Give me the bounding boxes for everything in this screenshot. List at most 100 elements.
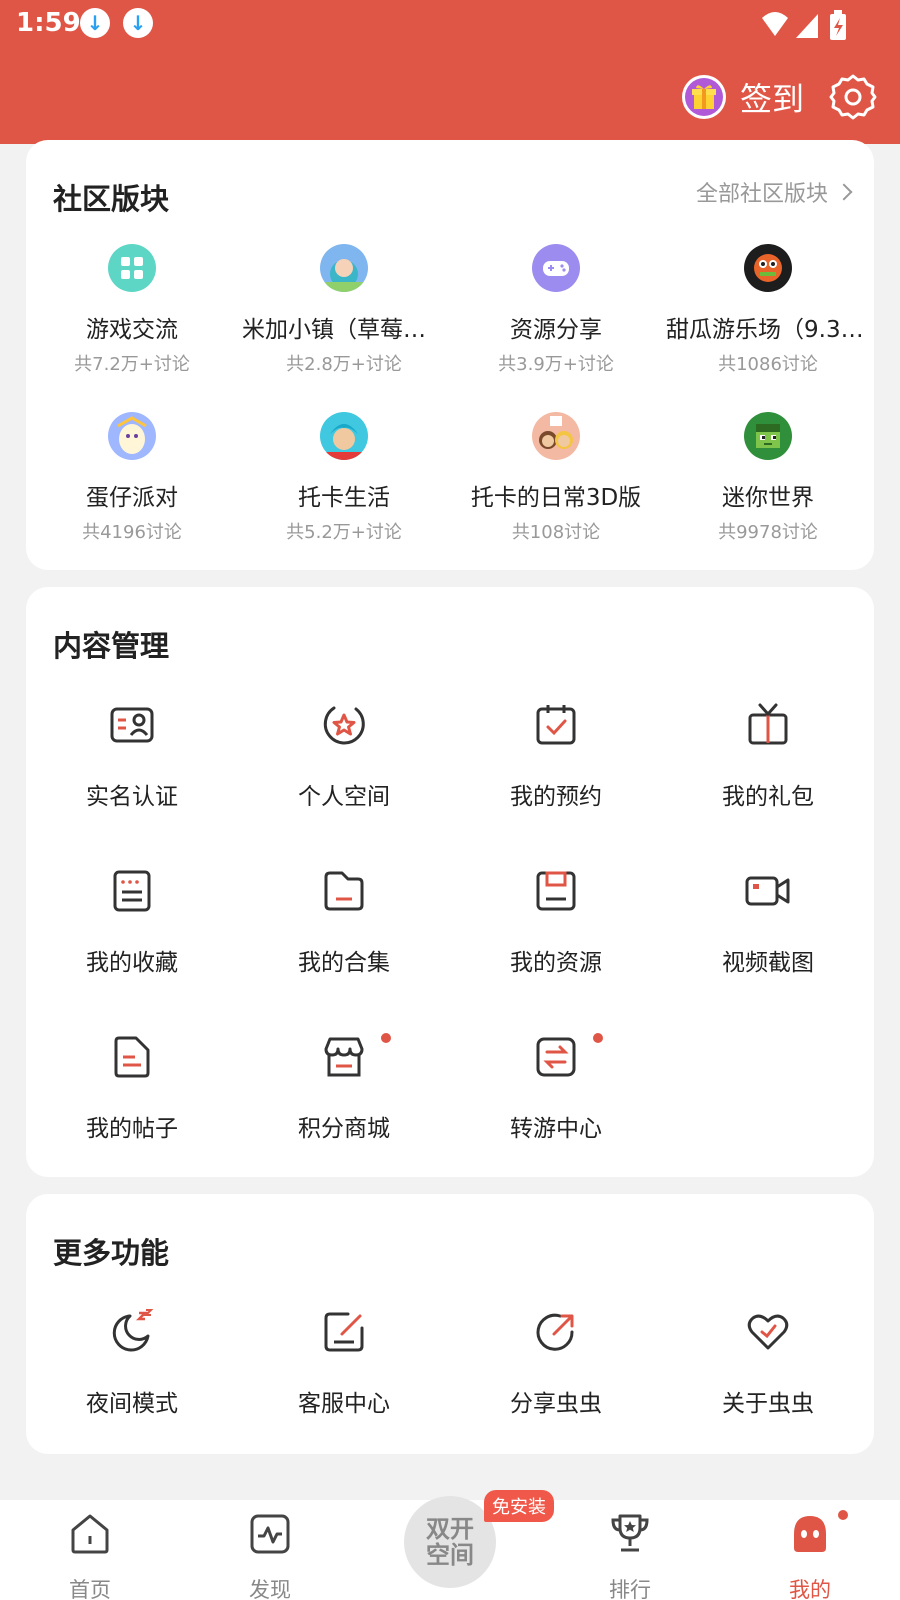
store-icon (324, 1037, 364, 1077)
content-management-card: 内容管理 实名认证 个人空间 我的预约 我的礼包 我的收藏 我的合集 我的资源 … (26, 587, 874, 1177)
bottom-nav: 首页 发现 双开 空间 免安装 排行 我的 (0, 1490, 900, 1600)
star-badge-icon (323, 706, 365, 745)
transfer-center-item[interactable]: 转游中心 (450, 1033, 662, 1143)
install-free-badge: 免安装 (484, 1490, 554, 1522)
community-item-toca-3d[interactable]: 托卡的日常3D版 共108讨论 (450, 412, 662, 544)
my-favorites-item[interactable]: 我的收藏 (26, 867, 238, 977)
game-avatar (532, 412, 580, 460)
settings-gear-icon[interactable] (828, 72, 878, 122)
community-name: 迷你世界 (722, 485, 814, 511)
dual-space-line2: 空间 (426, 1541, 474, 1569)
nav-label: 首页 (69, 1578, 111, 1600)
discover-icon (250, 1514, 290, 1554)
community-name: 托卡生活 (298, 485, 390, 511)
content-management-title: 内容管理 (53, 629, 170, 663)
personal-space-item[interactable]: 个人空间 (238, 701, 450, 811)
community-item-resource-share[interactable]: 资源分享 共3.9万+讨论 (450, 244, 662, 376)
community-count: 共7.2万+讨论 (74, 354, 190, 375)
share-chongchong-item[interactable]: 分享虫虫 (450, 1308, 662, 1418)
community-name: 托卡的日常3D版 (470, 485, 642, 511)
func-label: 我的帖子 (86, 1116, 178, 1142)
my-resources-item[interactable]: 我的资源 (450, 867, 662, 977)
list-icon (113, 870, 151, 912)
heart-icon (747, 1314, 789, 1350)
about-chongchong-item[interactable]: 关于虫虫 (662, 1308, 874, 1418)
nav-ranking[interactable]: 排行 (570, 1512, 690, 1600)
download-icon: ↓ (123, 8, 153, 38)
video-icon (745, 876, 790, 906)
nav-label: 我的 (789, 1578, 831, 1600)
community-item-melon-playground[interactable]: 甜瓜游乐场（9.30... 共1086讨论 (662, 244, 874, 376)
func-label: 实名认证 (86, 784, 178, 810)
more-features-title: 更多功能 (53, 1236, 170, 1270)
checkin-label: 签到 (740, 80, 805, 118)
status-time: 1:59 (16, 8, 81, 38)
folder-icon (324, 871, 364, 911)
chevron-right-icon (835, 183, 853, 201)
community-name: 资源分享 (510, 317, 602, 343)
id-card-icon (110, 707, 154, 743)
community-card: 社区版块 全部社区版块 游戏交流 共7.2万+讨论 米加小镇（草莓公... 共2… (26, 140, 874, 570)
my-collection-item[interactable]: 我的合集 (238, 867, 450, 977)
home-icon (71, 1514, 109, 1554)
notification-dot (838, 1510, 848, 1520)
community-item-mini-world[interactable]: 迷你世界 共9978讨论 (662, 412, 874, 544)
nav-home[interactable]: 首页 (30, 1512, 150, 1600)
func-label: 我的合集 (298, 950, 390, 976)
game-avatar (320, 412, 368, 460)
game-avatar (108, 412, 156, 460)
save-icon (536, 871, 576, 911)
app-header: 1:59 ↓ ↓ 签到 (0, 0, 900, 144)
all-community-link[interactable]: 全部社区版块 (695, 176, 853, 208)
dual-space-button[interactable]: 双开 空间 (404, 1496, 496, 1588)
my-gift-pack-item[interactable]: 我的礼包 (662, 701, 874, 811)
post-icon (114, 1036, 150, 1078)
signal-battery-icons (762, 10, 846, 40)
status-bar: 1:59 ↓ ↓ (0, 0, 900, 48)
community-count: 共108讨论 (511, 522, 601, 543)
community-item-miga-town[interactable]: 米加小镇（草莓公... 共2.8万+讨论 (238, 244, 450, 376)
community-count: 共1086讨论 (718, 354, 818, 375)
func-label: 夜间模式 (86, 1391, 178, 1417)
dual-space-line1: 双开 (426, 1515, 474, 1543)
real-name-auth-item[interactable]: 实名认证 (26, 701, 238, 811)
func-label: 分享虫虫 (510, 1391, 602, 1417)
func-label: 我的礼包 (722, 784, 814, 810)
gift-icon (748, 703, 788, 745)
checkin-button[interactable]: 签到 (682, 74, 804, 120)
community-name: 甜瓜游乐场（9.30... (666, 317, 874, 343)
nav-discover[interactable]: 发现 (210, 1512, 330, 1600)
community-name: 蛋仔派对 (86, 485, 178, 511)
calendar-check-icon (536, 705, 576, 745)
community-item-game-exchange[interactable]: 游戏交流 共7.2万+讨论 (26, 244, 238, 376)
download-icon: ↓ (80, 8, 110, 38)
func-label: 我的预约 (510, 784, 602, 810)
func-label: 个人空间 (298, 784, 390, 810)
my-posts-item[interactable]: 我的帖子 (26, 1033, 238, 1143)
gamepad-icon (532, 244, 580, 292)
points-mall-item[interactable]: 积分商城 (238, 1033, 450, 1143)
moon-icon (112, 1309, 154, 1352)
func-label: 我的资源 (510, 950, 602, 976)
nav-label: 排行 (609, 1578, 651, 1600)
community-count: 共4196讨论 (82, 522, 182, 543)
swap-icon (536, 1037, 576, 1077)
night-mode-item[interactable]: 夜间模式 (26, 1308, 238, 1418)
customer-service-item[interactable]: 客服中心 (238, 1308, 450, 1418)
gift-icon (682, 75, 726, 119)
community-count: 共5.2万+讨论 (286, 522, 402, 543)
community-item-toca-life[interactable]: 托卡生活 共5.2万+讨论 (238, 412, 450, 544)
community-count: 共9978讨论 (718, 522, 818, 543)
edit-icon (324, 1312, 364, 1352)
video-screenshot-item[interactable]: 视频截图 (662, 867, 874, 977)
func-label: 客服中心 (298, 1391, 390, 1417)
func-label: 视频截图 (722, 950, 814, 976)
notification-dot (381, 1033, 391, 1043)
community-item-eggy-party[interactable]: 蛋仔派对 共4196讨论 (26, 412, 238, 544)
func-label: 关于虫虫 (722, 1391, 814, 1417)
notification-dot (593, 1033, 603, 1043)
my-reservation-item[interactable]: 我的预约 (450, 701, 662, 811)
all-community-link-label: 全部社区版块 (695, 182, 828, 207)
community-count: 共2.8万+讨论 (286, 354, 402, 375)
nav-mine[interactable]: 我的 (750, 1512, 870, 1600)
